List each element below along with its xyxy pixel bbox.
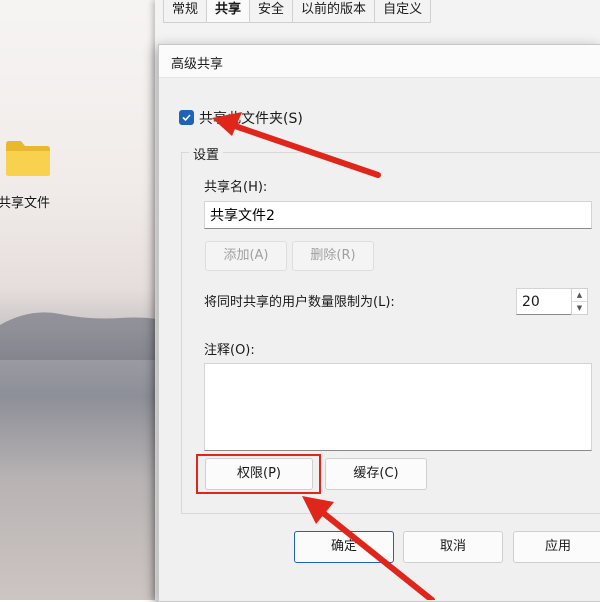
- cancel-button[interactable]: 取消: [403, 531, 503, 563]
- tab-sharing[interactable]: 共享: [206, 0, 251, 23]
- add-button[interactable]: 添加(A): [205, 241, 287, 271]
- tab-previous-versions[interactable]: 以前的版本: [292, 0, 376, 23]
- desktop-background: [0, 0, 170, 600]
- check-icon: [182, 114, 191, 122]
- user-limit-label: 将同时共享的用户数量限制为(L):: [204, 295, 395, 310]
- ok-button[interactable]: 确定: [294, 531, 394, 563]
- folder-label[interactable]: 共享文件: [0, 192, 50, 211]
- highlight-box: [196, 454, 321, 494]
- advanced-sharing-dialog: 高级共享 共享此文件夹(S) 设置 共享名(H): 添加(A) 删除(R) 将同…: [158, 44, 600, 602]
- remove-button[interactable]: 删除(R): [292, 241, 374, 271]
- share-folder-label[interactable]: 共享此文件夹(S): [199, 108, 303, 128]
- dialog-title: 高级共享: [171, 57, 224, 72]
- folder-icon[interactable]: [4, 138, 52, 178]
- share-name-input[interactable]: [204, 201, 592, 229]
- mountain-silhouette: [0, 312, 170, 360]
- user-limit-input[interactable]: 20: [516, 288, 573, 315]
- tab-security[interactable]: 安全: [249, 0, 294, 23]
- share-folder-checkbox[interactable]: [179, 110, 194, 125]
- caching-button[interactable]: 缓存(C): [325, 458, 427, 490]
- tab-general[interactable]: 常规: [163, 0, 208, 23]
- user-limit-spinner[interactable]: ▲ ▼: [571, 288, 588, 315]
- dialog-titlebar[interactable]: [159, 45, 600, 78]
- settings-group-title: 设置: [189, 144, 224, 163]
- spinner-up-icon[interactable]: ▲: [572, 289, 587, 302]
- comment-textarea[interactable]: [204, 363, 592, 451]
- properties-tabs: 常规 共享 安全 以前的版本 自定义: [163, 0, 432, 23]
- share-name-label: 共享名(H):: [204, 180, 268, 195]
- comment-label: 注释(O):: [204, 343, 255, 358]
- spinner-down-icon[interactable]: ▼: [572, 302, 587, 314]
- apply-button[interactable]: 应用: [513, 531, 600, 563]
- tab-customize[interactable]: 自定义: [374, 0, 432, 23]
